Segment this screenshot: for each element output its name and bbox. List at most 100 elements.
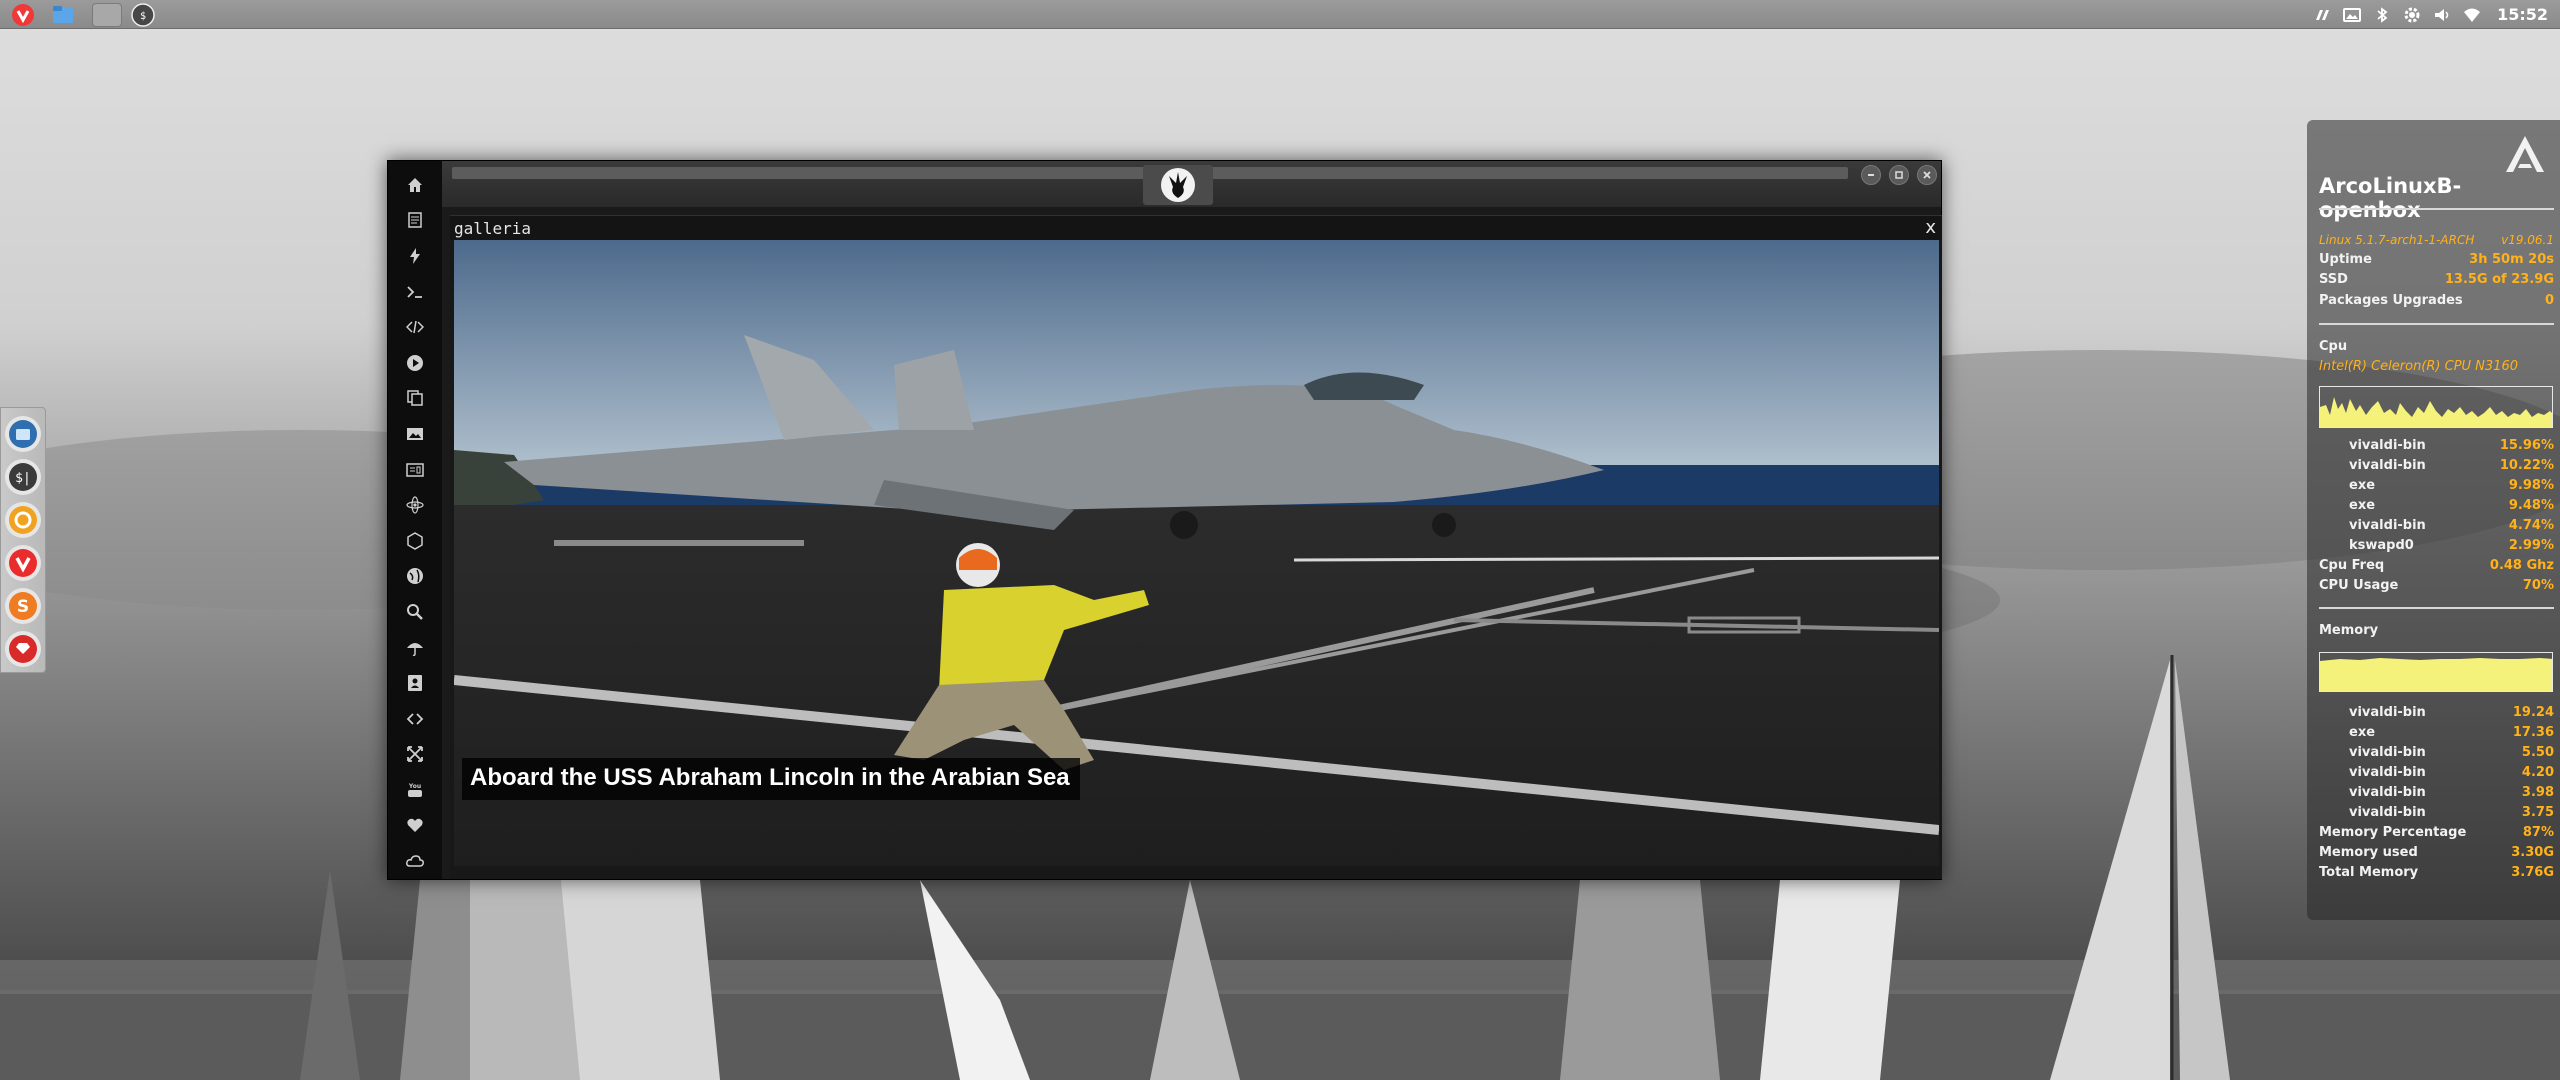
process-name: vivaldi-bin bbox=[2349, 805, 2426, 820]
rebel-emblem-icon bbox=[1143, 165, 1213, 205]
maximize-button[interactable] bbox=[1889, 165, 1909, 185]
ruby-icon[interactable] bbox=[5, 631, 41, 667]
process-name: vivaldi-bin bbox=[2349, 518, 2426, 533]
process-value: 10.22% bbox=[2499, 458, 2554, 473]
close-button[interactable] bbox=[1917, 165, 1937, 185]
process-value: 9.98% bbox=[2508, 478, 2554, 493]
vivaldi-icon[interactable] bbox=[5, 545, 41, 581]
kernel-label: Linux 5.1.7-arch1-1-ARCH bbox=[2319, 233, 2475, 247]
terminal-icon[interactable]: $| bbox=[5, 459, 41, 495]
left-dock: $| S bbox=[0, 407, 46, 673]
memory-process-row: vivaldi-bin 4.20 bbox=[2319, 765, 2554, 785]
cpu-process-row: exe 9.48% bbox=[2319, 498, 2554, 518]
contact-icon[interactable] bbox=[401, 665, 429, 701]
memory-used-row: Memory used 3.30G bbox=[2319, 845, 2554, 865]
browser-window: You galleria x Aboard the USS Abraham Li… bbox=[387, 160, 1942, 880]
process-value: 4.20 bbox=[2521, 765, 2554, 780]
atom-icon[interactable] bbox=[401, 487, 429, 523]
process-name: exe bbox=[2349, 725, 2376, 740]
cpu-freq-row: Cpu Freq 0.48 Ghz bbox=[2319, 558, 2554, 578]
process-value: 3.75 bbox=[2521, 805, 2554, 820]
gallery-title: galleria bbox=[454, 219, 532, 238]
gallery-header: galleria x bbox=[450, 216, 1942, 240]
uptime-value: 3h 50m 20s bbox=[2469, 252, 2554, 267]
cloud-icon[interactable] bbox=[401, 843, 429, 879]
top-panel: $ 15:52 bbox=[0, 0, 2560, 29]
memory-percentage-row: Memory Percentage 87% bbox=[2319, 825, 2554, 845]
memory-graph bbox=[2319, 652, 2553, 692]
minimize-button[interactable] bbox=[1861, 165, 1881, 185]
process-name: vivaldi-bin bbox=[2349, 785, 2426, 800]
cpu-process-row: exe 9.98% bbox=[2319, 478, 2554, 498]
link-icon[interactable] bbox=[401, 701, 429, 737]
umbrella-icon[interactable] bbox=[401, 630, 429, 666]
packages-value: 0 bbox=[2544, 293, 2554, 308]
process-name: exe bbox=[2349, 498, 2376, 513]
cpu-section-label: Cpu bbox=[2319, 339, 2348, 354]
cpu-graph bbox=[2319, 386, 2553, 428]
cpu-freq-value: 0.48 Ghz bbox=[2489, 558, 2554, 573]
code-icon[interactable] bbox=[401, 309, 429, 345]
process-value: 3.98 bbox=[2521, 785, 2554, 800]
divider bbox=[2319, 607, 2554, 609]
packages-row: Packages Upgrades 0 bbox=[2319, 293, 2554, 313]
divider bbox=[2319, 208, 2554, 210]
window-titlebar[interactable] bbox=[442, 161, 1941, 207]
play-icon[interactable] bbox=[401, 345, 429, 381]
process-name: exe bbox=[2349, 478, 2376, 493]
globe-icon[interactable] bbox=[401, 559, 429, 595]
app-sidebar: You bbox=[388, 161, 442, 879]
process-value: 2.99% bbox=[2508, 538, 2554, 553]
cpu-process-row: kswapd0 2.99% bbox=[2319, 538, 2554, 558]
total-memory-row: Total Memory 3.76G bbox=[2319, 865, 2554, 885]
memory-process-row: vivaldi-bin 3.98 bbox=[2319, 785, 2554, 805]
process-name: vivaldi-bin bbox=[2349, 765, 2426, 780]
heart-icon[interactable] bbox=[401, 808, 429, 844]
document-icon[interactable] bbox=[401, 203, 429, 239]
gallery-image[interactable]: Aboard the USS Abraham Lincoln in the Ar… bbox=[454, 240, 1939, 866]
image-icon[interactable] bbox=[2343, 6, 2362, 24]
gallery-panel: galleria x Aboard the USS Abraham Lincol… bbox=[450, 215, 1942, 879]
image-icon[interactable] bbox=[401, 416, 429, 452]
expand-icon[interactable] bbox=[401, 737, 429, 773]
youtube-icon[interactable]: You bbox=[401, 772, 429, 808]
home-icon[interactable] bbox=[401, 167, 429, 203]
kernel-row: Linux 5.1.7-arch1-1-ARCH v19.06.1 bbox=[2319, 233, 2554, 253]
copy-icon[interactable] bbox=[401, 381, 429, 417]
clock[interactable]: 15:52 bbox=[2497, 5, 2548, 24]
fan-icon[interactable] bbox=[2313, 6, 2331, 24]
ssd-label: SSD bbox=[2319, 272, 2348, 287]
gallery-close-button[interactable]: x bbox=[1925, 217, 1936, 238]
svg-text:S: S bbox=[17, 597, 29, 617]
process-value: 9.48% bbox=[2508, 498, 2554, 513]
cpu-usage-label: CPU Usage bbox=[2319, 578, 2399, 593]
ssd-value: 13.5G of 23.9G bbox=[2444, 272, 2554, 287]
volume-icon[interactable] bbox=[2433, 6, 2451, 24]
settings-icon[interactable] bbox=[5, 502, 41, 538]
settings-icon[interactable] bbox=[2403, 6, 2421, 24]
system-monitor-widget: ArcoLinuxB-openbox Linux 5.1.7-arch1-1-A… bbox=[2307, 120, 2560, 920]
vivaldi-icon[interactable] bbox=[11, 3, 35, 27]
process-value: 4.74% bbox=[2508, 518, 2554, 533]
hexagon-icon[interactable] bbox=[401, 523, 429, 559]
id-card-icon[interactable] bbox=[401, 452, 429, 488]
bluetooth-icon[interactable] bbox=[2373, 6, 2391, 24]
wifi-icon[interactable] bbox=[2463, 6, 2481, 24]
process-value: 19.24 bbox=[2512, 705, 2554, 720]
memory-process-row: vivaldi-bin 3.75 bbox=[2319, 805, 2554, 825]
cpu-process-row: vivaldi-bin 10.22% bbox=[2319, 458, 2554, 478]
memory-process-row: exe 17.36 bbox=[2319, 725, 2554, 745]
terminal-icon[interactable]: $ bbox=[131, 3, 155, 27]
desktop-icon[interactable] bbox=[92, 3, 122, 27]
sublime-icon[interactable]: S bbox=[5, 588, 41, 624]
search-icon[interactable] bbox=[401, 594, 429, 630]
svg-text:You: You bbox=[408, 783, 421, 790]
terminal-icon[interactable] bbox=[401, 274, 429, 310]
system-tray: 15:52 bbox=[2313, 0, 2560, 29]
lightning-icon[interactable] bbox=[401, 238, 429, 274]
files-icon[interactable] bbox=[5, 416, 41, 452]
process-value: 15.96% bbox=[2499, 438, 2554, 453]
memory-section-label: Memory bbox=[2319, 623, 2379, 638]
process-name: vivaldi-bin bbox=[2349, 438, 2426, 453]
files-icon[interactable] bbox=[51, 3, 75, 27]
